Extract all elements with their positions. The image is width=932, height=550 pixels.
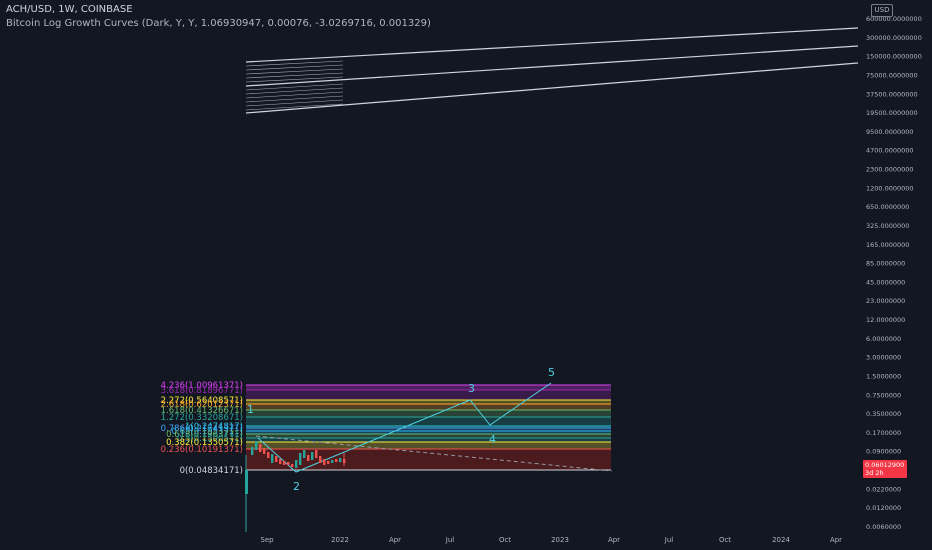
price-tick-label: 4700.0000000 [866,147,914,155]
price-tick-label: 9500.0000000 [866,128,914,136]
wave-label-1[interactable]: 1 [247,403,254,416]
fib-band [246,385,611,390]
fib-band [246,410,611,417]
price-tick-label: 6.0000000 [866,335,901,343]
fib-band [246,390,611,400]
price-tick-label: 2300.0000000 [866,166,914,174]
ipo-candle [245,470,248,494]
price-tick-label: 1200.0000000 [866,184,914,192]
fib-band [246,400,611,404]
fib-band [246,417,611,426]
price-tick-label: 19500.0000000 [866,109,918,117]
time-tick-label: Apr [830,536,842,544]
growth-curve-bottom [245,62,859,114]
chart-canvas[interactable]: 4.236(1.00961371)3.618(0.81896771)2.272(… [0,0,932,550]
time-tick-label: 2022 [331,536,349,544]
price-tick-label: 300000.0000000 [866,34,922,42]
price-tick-label: 165.0000000 [866,241,909,249]
time-tick-label: Jul [445,536,455,544]
price-tick-label: 150000.0000000 [866,53,922,61]
price-tick-label: 0.0900000 [866,448,901,456]
last-price-tag: 0.06012900 3d 2h [863,460,907,478]
price-tick-label: 0.1700000 [866,429,901,437]
time-tick-label: Oct [499,536,511,544]
price-axis[interactable]: 600000.0000000300000.0000000150000.00000… [866,15,922,531]
fib-level-label: 3.618(0.81896771) [161,386,243,396]
bar-countdown: 3d 2h [865,469,884,477]
price-tick-label: 325.0000000 [866,222,909,230]
price-tick-label: 23.0000000 [866,297,905,305]
wave-label-2[interactable]: 2 [293,480,300,493]
price-tick-label: 0.3500000 [866,410,901,418]
time-tick-label: Sep [260,536,274,544]
wave-label-4[interactable]: 4 [489,433,496,446]
wave-label-3[interactable]: 3 [468,382,475,395]
price-tick-label: 12.0000000 [866,316,905,324]
fib-band [246,434,611,438]
price-tick-label: 75000.0000000 [866,71,918,79]
price-tick-label: 650.0000000 [866,203,909,211]
last-price-value: 0.06012900 [865,461,905,469]
symbol-legend[interactable]: ACH/USD, 1W, COINBASE [6,4,133,15]
time-tick-label: 2023 [551,536,569,544]
price-tick-label: 1.5000000 [866,372,901,380]
price-tick-label: 3.0000000 [866,354,901,362]
fib-band [246,404,611,410]
time-tick-label: Jul [664,536,674,544]
fib-band [246,442,611,449]
price-tick-label: 37500.0000000 [866,90,918,98]
indicator-legend[interactable]: Bitcoin Log Growth Curves (Dark, Y, Y, 1… [6,18,431,29]
time-axis[interactable]: Sep 2022 Apr Jul Oct 2023 Apr Jul Oct 2024 Apr [260,536,842,544]
price-tick-label: 0.0060000 [866,523,901,531]
price-tick-label: 0.0120000 [866,504,901,512]
growth-curve-mid [245,45,859,87]
time-tick-label: Oct [719,536,731,544]
time-tick-label: Apr [389,536,401,544]
price-tick-label: 0.7500000 [866,391,901,399]
fib-level-label: 0(0.04834171) [180,466,243,476]
wave-label-5[interactable]: 5 [548,366,555,379]
currency-badge[interactable]: USD [871,4,893,17]
fib-level-label: 0.236(0.10191371) [161,445,243,455]
time-tick-label: 2024 [772,536,790,544]
price-tick-label: 0.0220000 [866,485,901,493]
price-tick-label: 45.0000000 [866,278,905,286]
growth-curve-top [245,27,859,63]
price-tick-label: 85.0000000 [866,260,905,268]
time-tick-label: Apr [608,536,620,544]
